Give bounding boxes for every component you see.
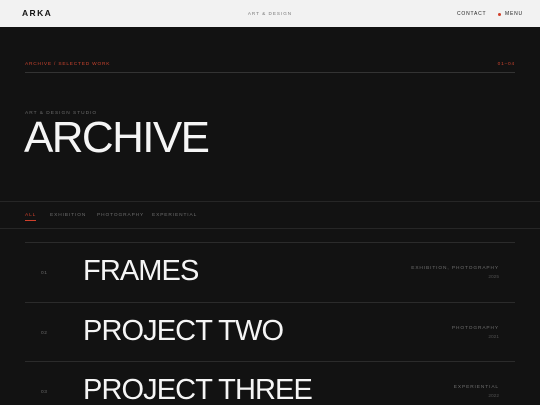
breadcrumb-text: ARCHIVE / SELECTED WORK xyxy=(25,62,111,67)
page-title: ARCHIVE xyxy=(24,113,210,162)
filter-bar: ALL EXHIBITION PHOTOGRAPHY EXPERIENTIAL xyxy=(0,201,540,229)
project-title[interactable]: PROJECT TWO xyxy=(83,317,284,346)
contact-link[interactable]: CONTACT xyxy=(457,11,486,17)
filter-all[interactable]: ALL xyxy=(25,213,37,221)
project-range: 01–04 xyxy=(497,62,515,67)
menu-button[interactable]: MENU xyxy=(498,11,523,17)
filter-experiential[interactable]: EXPERIENTIAL xyxy=(152,213,197,218)
project-number: 03 xyxy=(41,390,48,395)
project-title[interactable]: PROJECT THREE xyxy=(83,376,313,405)
filter-photography[interactable]: PHOTOGRAPHY xyxy=(97,213,144,218)
project-meta: EXHIBITION, PHOTOGRAPHY 2025 xyxy=(411,266,499,280)
project-year: 2022 xyxy=(488,394,499,399)
filter-exhibition[interactable]: EXHIBITION xyxy=(50,213,86,218)
project-row-project-three[interactable]: 03 PROJECT THREE EXPERIENTIAL 2022 xyxy=(25,361,515,405)
project-category: PHOTOGRAPHY xyxy=(451,326,499,331)
top-bar: ARKA ART & DESIGN CONTACT MENU xyxy=(0,0,540,27)
project-row-frames[interactable]: 01 FRAMES EXHIBITION, PHOTOGRAPHY 2025 xyxy=(25,242,515,302)
project-meta: EXPERIENTIAL 2022 xyxy=(454,385,499,399)
project-category: EXPERIENTIAL xyxy=(453,385,499,390)
project-number: 01 xyxy=(41,271,48,276)
project-meta: PHOTOGRAPHY 2021 xyxy=(452,326,499,340)
menu-label: MENU xyxy=(505,11,523,17)
project-title[interactable]: FRAMES xyxy=(83,257,199,286)
project-year: 2021 xyxy=(488,335,499,340)
project-year: 2025 xyxy=(488,275,499,280)
menu-dot-icon xyxy=(498,12,501,16)
project-number: 02 xyxy=(41,331,48,336)
project-row-project-two[interactable]: 02 PROJECT TWO PHOTOGRAPHY 2021 xyxy=(25,302,515,362)
project-category: EXHIBITION, PHOTOGRAPHY xyxy=(411,266,499,271)
breadcrumb: ARCHIVE / SELECTED WORK 01–04 xyxy=(25,61,515,73)
